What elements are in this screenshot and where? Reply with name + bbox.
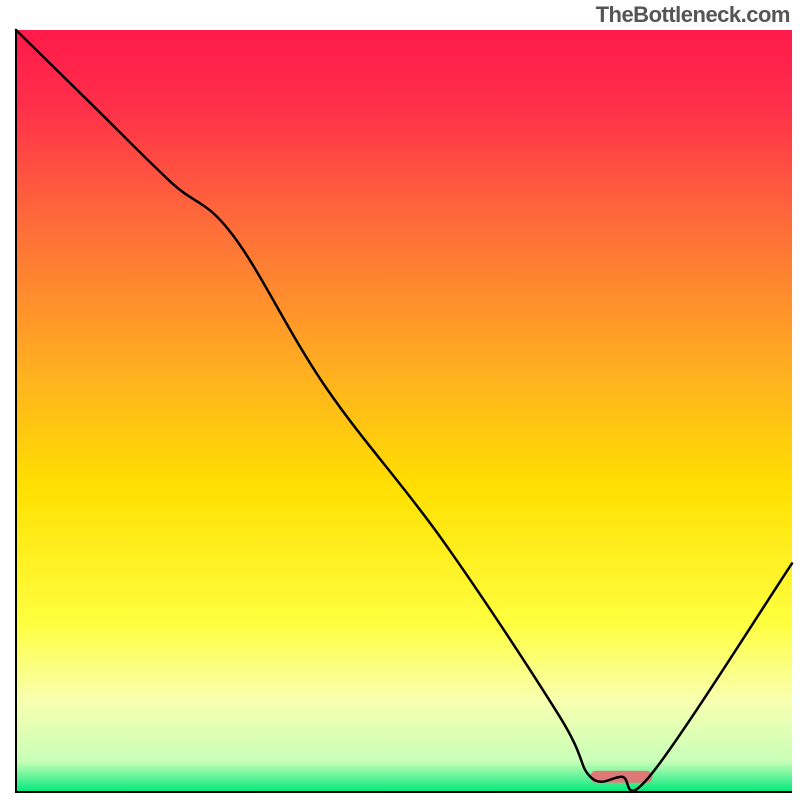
chart-container: TheBottleneck.com <box>0 0 800 800</box>
watermark-text: TheBottleneck.com <box>596 2 790 28</box>
bottleneck-chart <box>0 0 800 800</box>
